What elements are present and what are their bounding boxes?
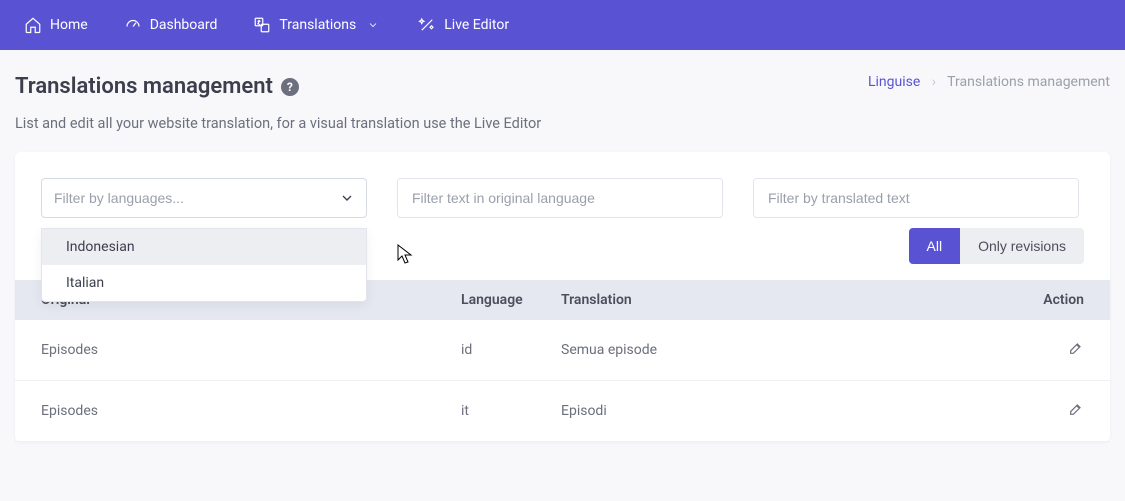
nav-translations[interactable]: Translations: [239, 8, 396, 42]
nav-translations-label: Translations: [279, 17, 356, 33]
nav-home[interactable]: Home: [10, 8, 102, 42]
edit-icon[interactable]: [1068, 344, 1084, 360]
chevron-down-icon: [364, 16, 382, 34]
chevron-right-icon: ›: [932, 74, 936, 90]
nav-dashboard-label: Dashboard: [150, 17, 218, 33]
content-panel: Indonesian Italian All Only revisions Or…: [15, 152, 1110, 442]
cell-language: it: [461, 403, 561, 419]
home-icon: [24, 16, 42, 34]
translated-text-filter[interactable]: [753, 178, 1079, 218]
wand-icon: [418, 16, 436, 34]
page-description: List and edit all your website translati…: [0, 105, 1125, 152]
dropdown-option-italian[interactable]: Italian: [42, 265, 366, 301]
help-icon[interactable]: ?: [281, 78, 299, 96]
edit-icon[interactable]: [1068, 405, 1084, 421]
cell-translation: Episodi: [561, 403, 1014, 419]
cursor-icon: [397, 244, 413, 268]
col-action: Action: [1014, 292, 1084, 308]
nav-dashboard[interactable]: Dashboard: [110, 8, 232, 42]
table-row: Episodes id Semua episode: [15, 320, 1110, 381]
chevron-down-icon: [339, 190, 355, 210]
breadcrumb-root[interactable]: Linguise: [868, 74, 920, 90]
toggle-revisions[interactable]: Only revisions: [960, 228, 1084, 264]
nav-live-editor[interactable]: Live Editor: [404, 8, 523, 42]
language-filter[interactable]: [41, 178, 367, 218]
top-nav: Home Dashboard Translations Live Editor: [0, 0, 1125, 50]
page-title: Translations management: [15, 74, 273, 99]
col-language: Language: [461, 292, 561, 308]
speedometer-icon: [124, 16, 142, 34]
original-text-filter[interactable]: [397, 178, 723, 218]
translate-icon: [253, 16, 271, 34]
cell-translation: Semua episode: [561, 342, 1014, 358]
toggle-all[interactable]: All: [909, 228, 961, 264]
cell-language: id: [461, 342, 561, 358]
language-dropdown: Indonesian Italian: [41, 228, 367, 302]
breadcrumb: Linguise › Translations management: [868, 74, 1110, 90]
col-translation: Translation: [561, 292, 1014, 308]
dropdown-option-indonesian[interactable]: Indonesian: [42, 229, 366, 265]
page-header: Translations management ? Linguise › Tra…: [0, 50, 1125, 105]
nav-live-editor-label: Live Editor: [444, 17, 509, 33]
view-toggle: All Only revisions: [909, 228, 1084, 264]
filter-row: [15, 152, 1110, 218]
breadcrumb-current: Translations management: [947, 74, 1110, 90]
table-row: Episodes it Episodi: [15, 381, 1110, 442]
cell-original: Episodes: [41, 342, 461, 358]
language-filter-input[interactable]: [41, 178, 367, 218]
translations-table: Original Language Translation Action Epi…: [15, 280, 1110, 442]
cell-original: Episodes: [41, 403, 461, 419]
nav-home-label: Home: [50, 17, 88, 33]
